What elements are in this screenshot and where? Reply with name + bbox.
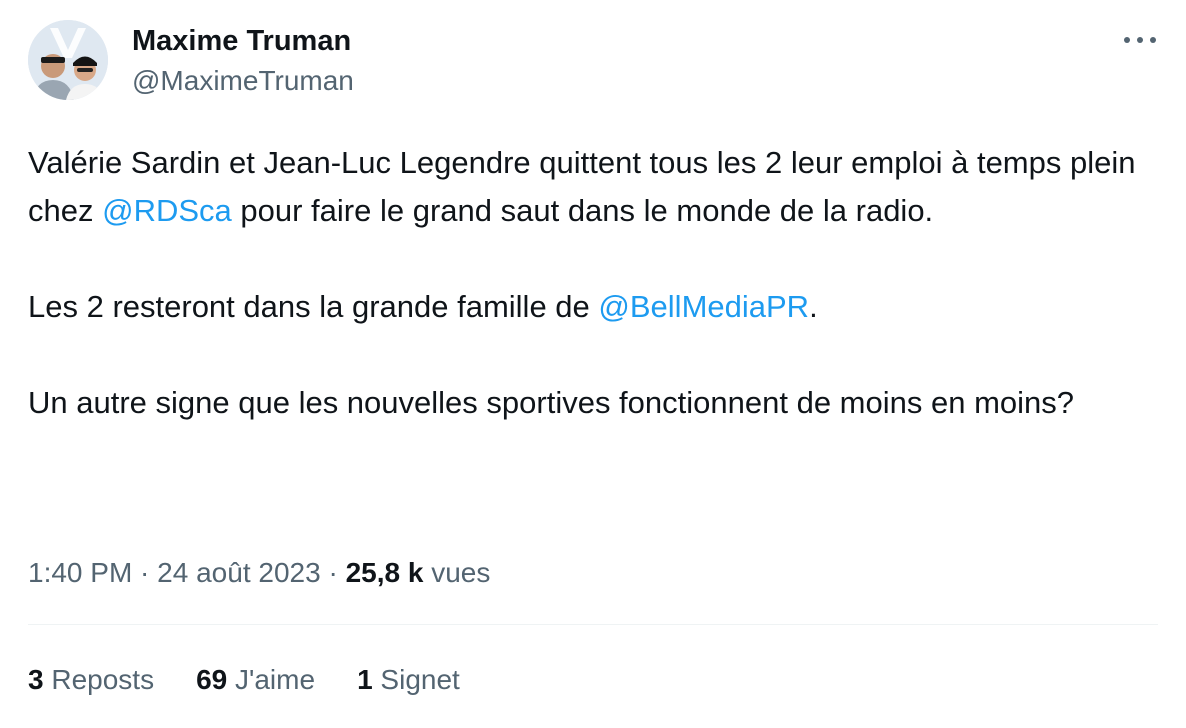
tweet-meta: 1:40 PM · 24 août 2023 · 25,8 k vues	[28, 555, 490, 591]
likes-count: 69	[196, 664, 228, 695]
more-horizontal-icon	[1124, 37, 1156, 43]
user-avatar[interactable]	[28, 20, 108, 100]
tweet-text-segment: .	[809, 289, 818, 324]
reposts-stat[interactable]: 3 Reposts	[28, 662, 154, 698]
tweet-time-link[interactable]: 1:40 PM	[28, 557, 132, 588]
mention-rdsca-link[interactable]: @RDSca	[102, 193, 232, 228]
views-count[interactable]: 25,8 k	[346, 557, 424, 588]
tweet-paragraph-1: Valérie Sardin et Jean-Luc Legendre quit…	[28, 139, 1148, 235]
divider	[28, 624, 1158, 625]
likes-stat[interactable]: 69 J'aime	[196, 662, 315, 698]
reposts-label: Reposts	[43, 664, 155, 695]
more-options-button[interactable]	[1118, 22, 1162, 58]
bookmarks-count: 1	[357, 664, 373, 695]
meta-separator: ·	[132, 557, 158, 588]
likes-label: J'aime	[227, 664, 316, 695]
mention-bellmediapr-link[interactable]: @BellMediaPR	[598, 289, 809, 324]
bookmarks-label: Signet	[372, 664, 460, 695]
author-name[interactable]: Maxime Truman	[132, 24, 351, 58]
bookmarks-stat[interactable]: 1 Signet	[357, 662, 460, 698]
tweet-paragraph-3: Un autre signe que les nouvelles sportiv…	[28, 379, 1148, 427]
tweet-text-segment: Un autre signe que les nouvelles sportiv…	[28, 385, 1075, 420]
engagement-stats: 3 Reposts 69 J'aime 1 Signet	[28, 662, 502, 698]
tweet-date-link[interactable]: 24 août 2023	[157, 557, 321, 588]
views-label: vues	[423, 557, 491, 588]
tweet-text: Valérie Sardin et Jean-Luc Legendre quit…	[28, 139, 1148, 427]
tweet-text-segment: Les 2 resteront dans la grande famille d…	[28, 289, 599, 324]
tweet-text-segment: pour faire le grand saut dans le monde d…	[231, 193, 934, 228]
reposts-count: 3	[28, 664, 44, 695]
avatar-photo-icon	[28, 20, 108, 100]
author-handle[interactable]: @MaximeTruman	[132, 64, 354, 98]
meta-separator: ·	[320, 557, 346, 588]
tweet-paragraph-2: Les 2 resteront dans la grande famille d…	[28, 283, 1148, 331]
